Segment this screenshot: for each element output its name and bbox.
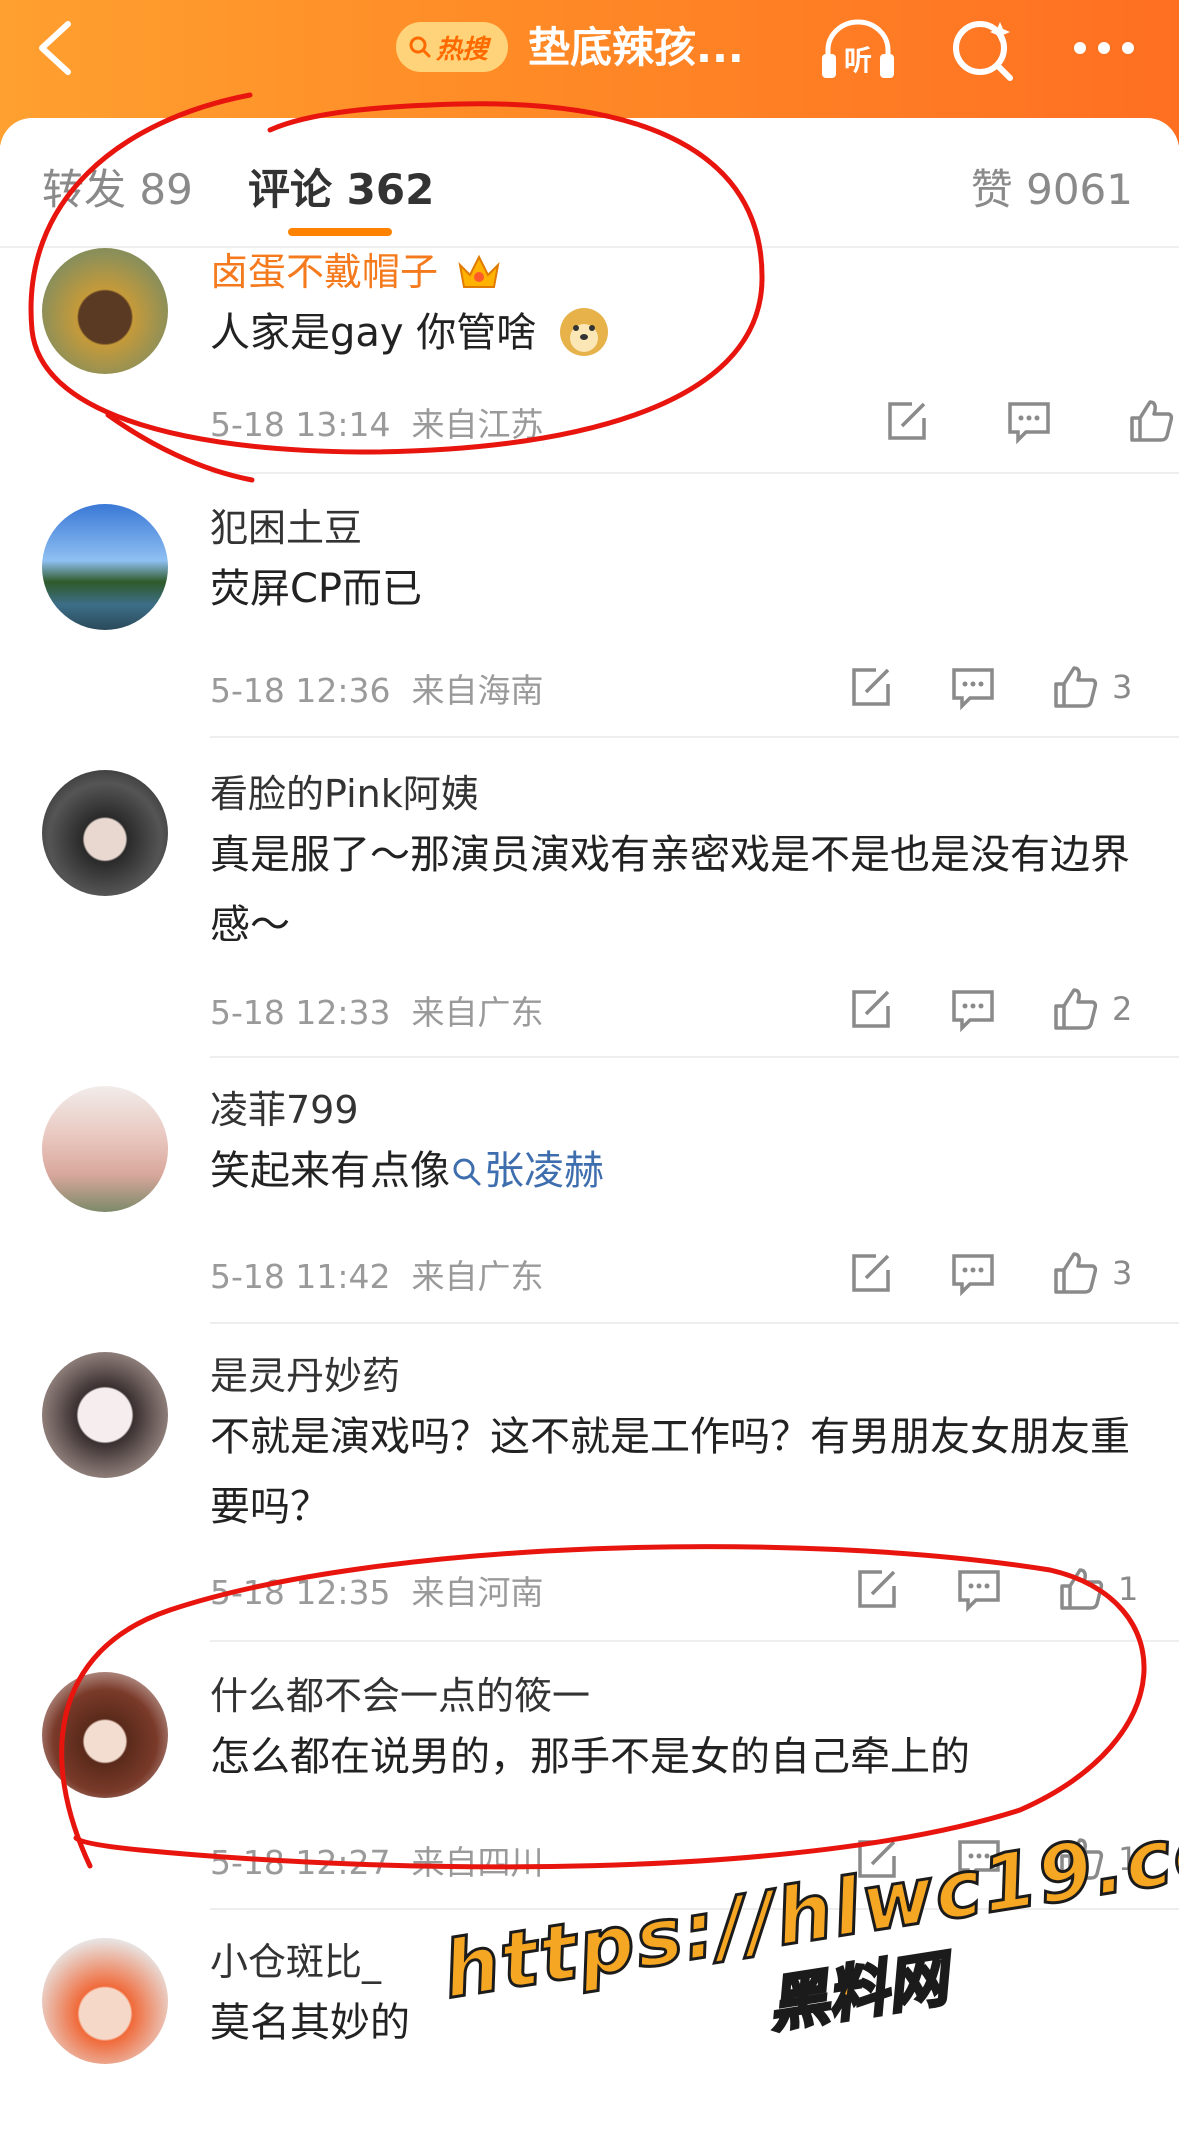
avatar[interactable] bbox=[42, 504, 168, 630]
tab-likes[interactable]: 赞 9061 bbox=[971, 156, 1133, 217]
comment-actions: 2 bbox=[846, 984, 1132, 1034]
repost-icon[interactable] bbox=[852, 1564, 902, 1614]
avatar[interactable] bbox=[42, 770, 168, 896]
comment-icon[interactable] bbox=[1004, 396, 1054, 446]
comment-text: 不就是演戏吗？这不就是工作吗？有男朋友女朋友重要吗？ bbox=[210, 1414, 1130, 1530]
comment-icon[interactable] bbox=[948, 1248, 998, 1298]
tabs-divider bbox=[0, 246, 1179, 248]
tab-comments-count: 362 bbox=[346, 165, 435, 214]
active-tab-indicator bbox=[288, 228, 392, 236]
comment-meta: 5-18 13:14 来自江苏 bbox=[210, 405, 544, 444]
comment-divider bbox=[210, 1056, 1179, 1058]
tab-bar: 转发 89 评论 362 赞 9061 bbox=[0, 118, 1179, 248]
hot-search-label: 热搜 bbox=[436, 34, 489, 65]
headphones-listen-icon[interactable]: 听 bbox=[818, 14, 898, 84]
comment-text: 笑起来有点像 张凌赫 bbox=[210, 1148, 604, 1194]
comment-meta: 5-18 12:27 来自四川 bbox=[210, 1843, 544, 1882]
thumbs-up-icon[interactable] bbox=[1126, 396, 1176, 446]
crown-vip-icon bbox=[458, 254, 500, 288]
thumbs-up-icon bbox=[1054, 988, 1098, 1030]
like-control[interactable]: 3 bbox=[1050, 662, 1132, 712]
comment-username[interactable]: 什么都不会一点的筱一 bbox=[210, 1672, 590, 1720]
avatar[interactable] bbox=[42, 248, 168, 374]
comment-actions bbox=[882, 396, 1176, 446]
tab-reposts[interactable]: 转发 89 bbox=[42, 156, 193, 217]
comment-text: 人家是gay 你管啥 bbox=[210, 298, 1130, 368]
page-title: 垫底辣孩... bbox=[528, 23, 744, 72]
comment-icon[interactable] bbox=[948, 984, 998, 1034]
comment-meta: 5-18 11:42 来自广东 bbox=[210, 1257, 544, 1296]
avatar[interactable] bbox=[42, 1672, 168, 1798]
search-icon bbox=[409, 36, 431, 58]
chevron-left-icon[interactable] bbox=[30, 18, 80, 78]
comment-actions: 3 bbox=[846, 1248, 1132, 1298]
comment-text: 荧屏CP而已 bbox=[210, 566, 423, 612]
comment-meta: 5-18 12:33 来自广东 bbox=[210, 993, 544, 1032]
search-sparkle-icon[interactable] bbox=[944, 14, 1024, 84]
comment-username[interactable]: 卤蛋不戴帽子 bbox=[210, 248, 502, 296]
comment-username[interactable]: 看脸的Pink阿姨 bbox=[210, 770, 479, 818]
repost-icon[interactable] bbox=[846, 984, 896, 1034]
avatar[interactable] bbox=[42, 1938, 168, 2064]
comment-text: 怎么都在说男的，那手不是女的自己牵上的 bbox=[210, 1734, 970, 1780]
avatar[interactable] bbox=[42, 1086, 168, 1212]
comment-actions: 3 bbox=[846, 662, 1132, 712]
comment-username[interactable]: 是灵丹妙药 bbox=[210, 1352, 400, 1400]
comment-username[interactable]: 犯困土豆 bbox=[210, 504, 362, 552]
comment-meta: 5-18 12:35 来自河南 bbox=[210, 1573, 544, 1612]
more-dots-icon[interactable] bbox=[1064, 14, 1144, 84]
comment-divider bbox=[210, 736, 1179, 738]
listen-label: 听 bbox=[844, 44, 872, 77]
like-count: 3 bbox=[1112, 1254, 1133, 1292]
comment-actions: 1 bbox=[852, 1564, 1138, 1614]
comment-username[interactable]: 小仓斑比_ bbox=[210, 1938, 381, 1986]
tab-comments-label: 评论 bbox=[248, 165, 333, 214]
like-count: 3 bbox=[1112, 668, 1133, 706]
comment-username[interactable]: 凌菲799 bbox=[210, 1086, 359, 1134]
comment-divider bbox=[210, 1640, 1179, 1642]
thumbs-up-icon bbox=[1060, 1568, 1104, 1610]
thumbs-up-icon bbox=[1054, 666, 1098, 708]
mention-link[interactable]: 张凌赫 bbox=[450, 1148, 604, 1194]
repost-icon[interactable] bbox=[846, 662, 896, 712]
like-control[interactable]: 1 bbox=[1056, 1564, 1138, 1614]
avatar[interactable] bbox=[42, 1352, 168, 1478]
like-count: 2 bbox=[1112, 990, 1133, 1028]
comment-divider bbox=[210, 472, 1179, 474]
like-count: 1 bbox=[1118, 1570, 1139, 1608]
repost-icon[interactable] bbox=[846, 1248, 896, 1298]
hot-search-badge[interactable]: 热搜 bbox=[396, 22, 508, 72]
like-control[interactable]: 2 bbox=[1050, 984, 1132, 1034]
comment-icon[interactable] bbox=[954, 1564, 1004, 1614]
repost-icon[interactable] bbox=[882, 396, 932, 446]
thumbs-up-icon bbox=[1054, 1252, 1098, 1294]
tab-comments[interactable]: 评论 362 bbox=[248, 156, 434, 217]
comment-icon[interactable] bbox=[948, 662, 998, 712]
comment-text: 真是服了～那演员演戏有亲密戏是不是也是没有边界感～ bbox=[210, 832, 1130, 948]
like-control[interactable]: 3 bbox=[1050, 1248, 1132, 1298]
comment-meta: 5-18 12:36 来自海南 bbox=[210, 671, 544, 710]
doge-emoji bbox=[560, 308, 609, 356]
comment-divider bbox=[210, 1322, 1179, 1324]
search-icon bbox=[453, 1158, 481, 1186]
